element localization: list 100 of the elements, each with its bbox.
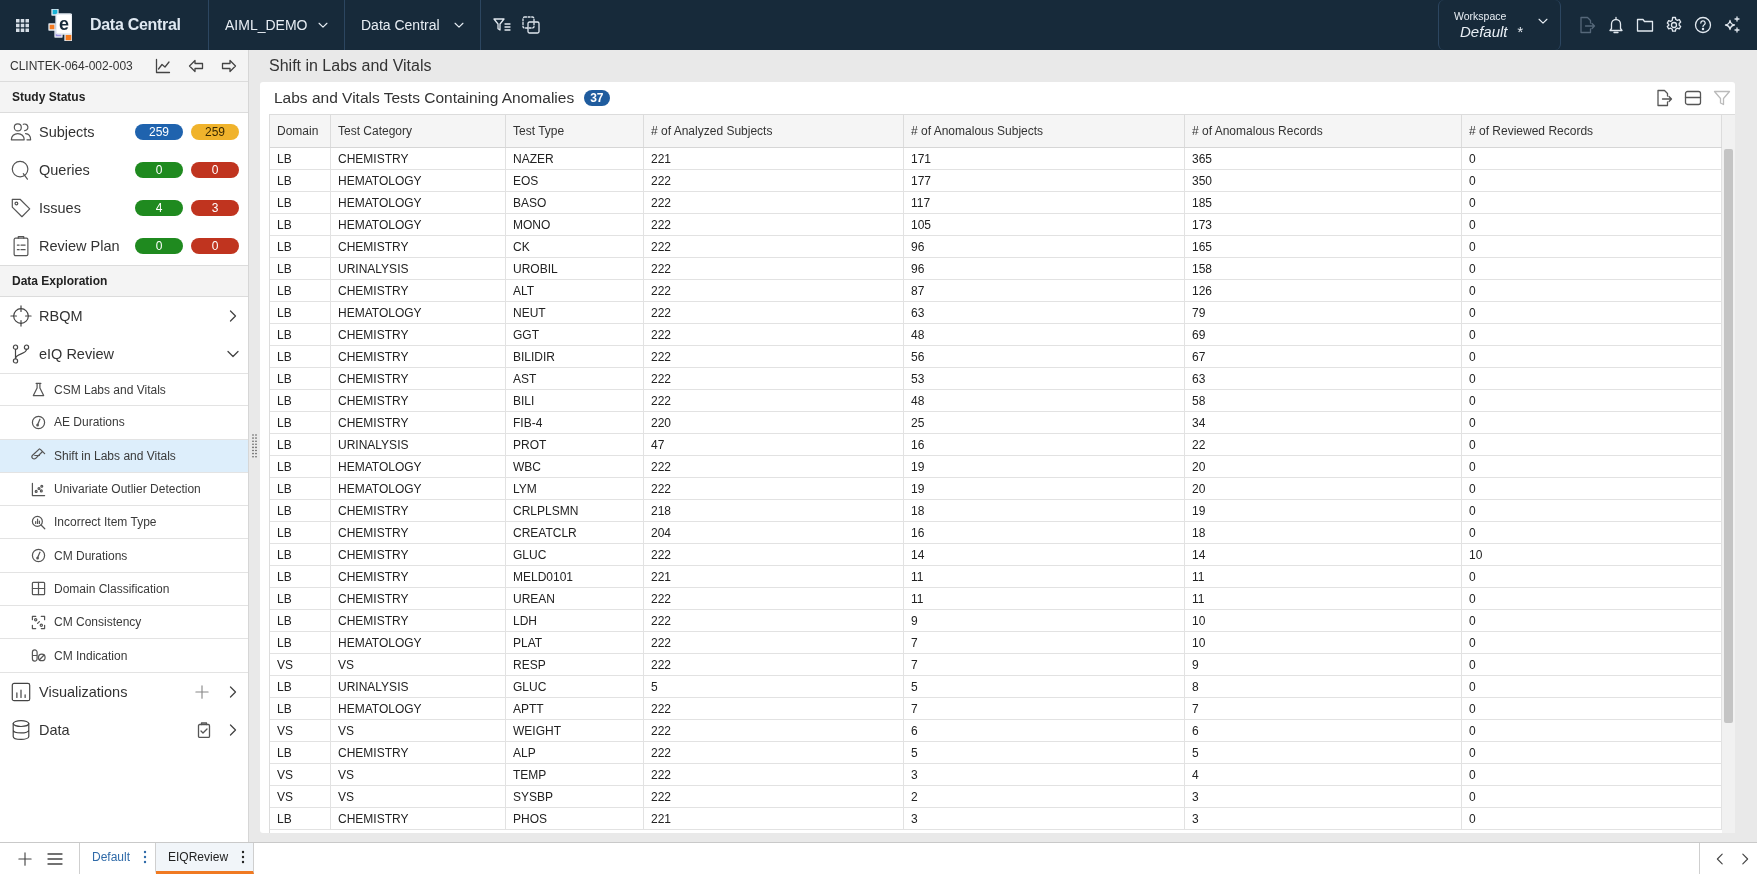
table-cell: LB [270,478,331,499]
table-cell: 117 [904,192,1185,213]
table-cell: WEIGHT [506,720,644,741]
table-cell: 96 [904,236,1185,257]
workspace-selector[interactable]: Workspace Default * [1438,0,1561,50]
plus-icon[interactable] [18,851,32,866]
app-name: Data Central [90,16,182,34]
column-header[interactable]: # of Anomalous Records [1185,115,1462,147]
table-cell: 48 [904,390,1185,411]
nav-subitem[interactable]: Incorrect Item Type [0,506,248,540]
table-cell: LB [270,566,331,587]
count-badge[interactable]: 0 [135,238,183,254]
table-cell: TEMP [506,764,644,785]
panel-layout-icon[interactable] [1684,89,1702,107]
table-cell: VS [270,720,331,741]
nav-item[interactable]: Visualizations [0,672,248,711]
count-badge[interactable]: 259 [135,124,183,140]
table-cell: LB [270,258,331,279]
table-cell: SYSBP [506,786,644,807]
count-badge[interactable]: 259 [191,124,239,140]
table-cell: 222 [644,742,904,763]
table-cell: 9 [1185,654,1462,675]
table-cell: LB [270,412,331,433]
table-cell: CREATCLR [506,522,644,543]
nav-subitem[interactable]: CSM Labs and Vitals [0,373,248,407]
column-header[interactable]: Test Category [331,115,506,147]
database-icon [10,718,32,741]
menu-icon[interactable] [47,850,63,867]
clipboard-list-icon [10,235,32,257]
table-cell: NAZER [506,148,644,169]
table-cell: CHEMISTRY [331,566,506,587]
table-cell: 185 [1185,192,1462,213]
export-icon[interactable] [1655,89,1673,107]
table-cell: 18 [904,500,1185,521]
nav-item[interactable]: RBQM [0,297,248,335]
table-cell: LB [270,368,331,389]
table-cell: BILI [506,390,644,411]
multi-select-icon[interactable] [522,16,540,34]
count-badge[interactable]: 3 [191,200,239,216]
table-cell: VS [270,786,331,807]
column-header[interactable]: # of Anomalous Subjects [904,115,1185,147]
table-cell: 220 [644,412,904,433]
count-badge[interactable]: 4 [135,200,183,216]
status-label: Queries [39,162,91,178]
table-cell: 11 [1185,566,1462,587]
nav-subitem[interactable]: AE Durations [0,406,248,440]
settings-icon[interactable] [1665,16,1683,34]
table-cell: CHEMISTRY [331,280,506,301]
branch-icon [10,343,32,365]
table-cell: 4 [1185,764,1462,785]
scrollbar-track[interactable] [1722,115,1735,833]
line-chart-icon[interactable] [155,57,171,74]
table-cell: ALP [506,742,644,763]
table-cell: HEMATOLOGY [331,698,506,719]
arrow-left-icon[interactable] [188,57,204,74]
nav-subitem[interactable]: CM Indication [0,639,248,673]
clipboard-check-icon[interactable] [196,721,212,738]
table-cell: 222 [644,346,904,367]
nav-subitem[interactable]: Univariate Outlier Detection [0,472,248,507]
app-grid-icon[interactable] [16,18,29,32]
resize-handle-icon[interactable] [252,434,257,458]
filter-list-icon[interactable] [493,16,511,34]
table-cell: 222 [644,324,904,345]
workspace-tab[interactable]: EIQReview [156,843,255,874]
column-header[interactable]: # of Analyzed Subjects [644,115,904,147]
column-header[interactable]: Domain [270,115,331,147]
table-cell: 5 [1185,742,1462,763]
nav-subitem[interactable]: CM Consistency [0,606,248,640]
folder-icon[interactable] [1636,16,1654,34]
table-cell: CHEMISTRY [331,500,506,521]
table-cell: 222 [644,698,904,719]
nav-subitem[interactable]: Domain Classification [0,572,248,607]
help-icon[interactable] [1694,16,1712,34]
table-cell: VS [270,764,331,785]
table-cell: MONO [506,214,644,235]
column-header[interactable]: Test Type [506,115,644,147]
table-cell: 5 [904,676,1185,697]
kebab-menu-icon[interactable] [241,850,246,864]
context-selector[interactable]: Data Central [344,0,480,50]
nav-subitem[interactable]: CM Durations [0,539,248,573]
count-badge[interactable]: 0 [135,162,183,178]
notifications-icon[interactable] [1607,16,1625,34]
table-cell: 16 [904,434,1185,455]
table-cell: LYM [506,478,644,499]
table-cell: 222 [644,456,904,477]
scrollbar-thumb[interactable] [1724,149,1733,723]
table-cell: 18 [1185,522,1462,543]
table-cell: 222 [644,258,904,279]
table-cell: 6 [904,720,1185,741]
arrow-right-icon[interactable] [221,57,237,74]
count-badge[interactable]: 0 [191,162,239,178]
table-cell: 14 [904,544,1185,565]
table-cell: UREAN [506,588,644,609]
nav-item[interactable]: eIQ Review [0,335,248,373]
sparkle-icon[interactable] [1723,16,1741,34]
table-cell: 8 [1185,676,1462,697]
table-cell: 87 [904,280,1185,301]
nav-subitem[interactable]: Shift in Labs and Vitals [0,439,248,473]
nav-item[interactable]: Data [0,710,248,749]
count-badge[interactable]: 0 [191,238,239,254]
